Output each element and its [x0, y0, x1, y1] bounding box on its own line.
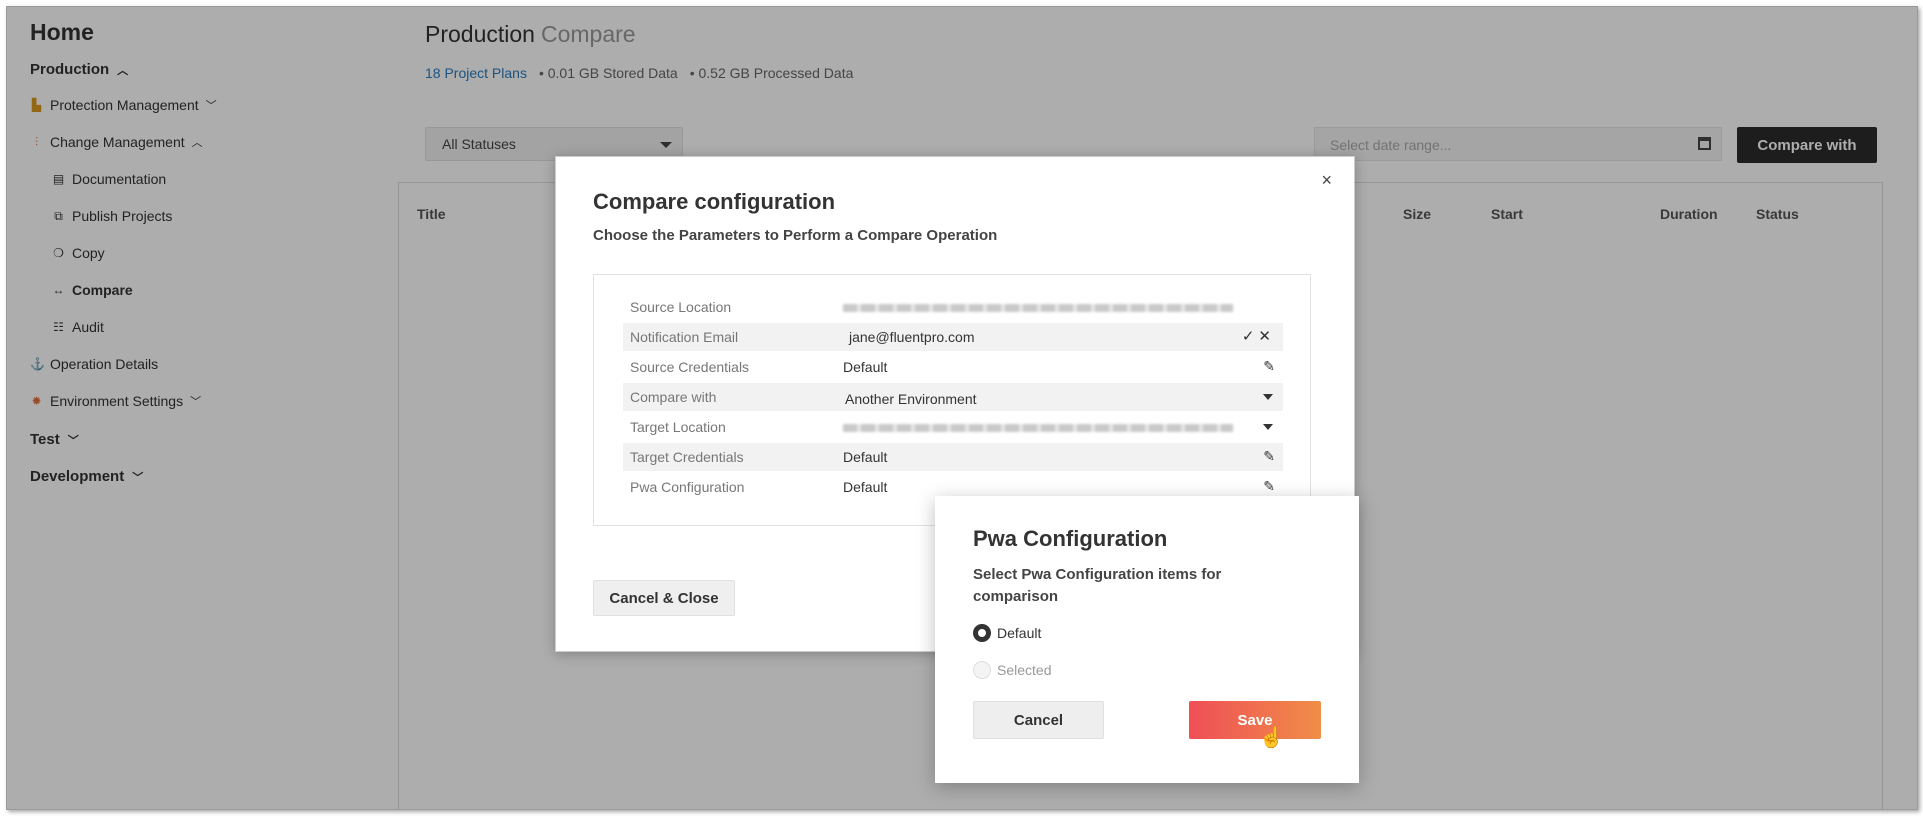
notification-email-input[interactable]: jane@fluentpro.com: [849, 329, 975, 345]
param-label: Pwa Configuration: [630, 479, 745, 495]
pwa-description: Select Pwa Configuration items for compa…: [973, 566, 1222, 605]
cancel-close-button[interactable]: Cancel & Close: [593, 580, 735, 616]
param-label: Notification Email: [630, 329, 739, 345]
blurred-target-url: [843, 424, 1233, 432]
caret-down-icon[interactable]: [1263, 424, 1273, 430]
radio-option-default[interactable]: Default: [973, 624, 1041, 642]
parameters-panel: Source Location Notification Email jane@…: [593, 274, 1311, 526]
pwa-title: Pwa Configuration: [973, 526, 1168, 551]
compare-with-select[interactable]: Another Environment: [845, 391, 977, 407]
radio-label: Default: [997, 625, 1042, 641]
param-row-compare-with[interactable]: Compare with Another Environment: [623, 383, 1283, 411]
param-row-source-credentials: Source Credentials Default ✎: [623, 353, 1283, 381]
modal-title: Compare configuration: [593, 189, 836, 214]
pwa-configuration-popup: Pwa Configuration Select Pwa Configurati…: [935, 496, 1359, 783]
pencil-icon[interactable]: ✎: [1263, 448, 1275, 465]
radio-option-selected[interactable]: Selected: [973, 661, 1051, 679]
param-label: Source Credentials: [630, 359, 750, 375]
confirm-cancel-icons[interactable]: ✓✕: [1242, 327, 1275, 345]
modal-subtitle: Choose the Parameters to Perform a Compa…: [593, 227, 998, 244]
pwa-save-button[interactable]: Save: [1189, 701, 1321, 739]
pencil-icon[interactable]: ✎: [1263, 358, 1275, 375]
close-icon[interactable]: ×: [1315, 169, 1338, 192]
blurred-source-url: [843, 304, 1233, 312]
radio-unchecked-icon[interactable]: [973, 661, 991, 679]
param-label: Source Location: [630, 299, 732, 315]
param-row-source-location: Source Location: [623, 293, 1283, 321]
param-label: Target Location: [630, 419, 726, 435]
hand-cursor-icon: ☝: [1259, 727, 1284, 749]
caret-down-icon[interactable]: [1263, 394, 1273, 400]
param-value: Default: [843, 449, 888, 465]
param-row-target-location[interactable]: Target Location: [623, 413, 1283, 441]
param-row-target-credentials: Target Credentials Default ✎: [623, 443, 1283, 471]
radio-label: Selected: [997, 662, 1052, 678]
pencil-icon[interactable]: ✎: [1263, 478, 1275, 495]
pwa-cancel-button[interactable]: Cancel: [973, 701, 1104, 739]
param-row-notification-email: Notification Email jane@fluentpro.com ✓✕: [623, 323, 1283, 351]
app-window: Home Production ︿ ▙ Protection Managemen…: [6, 6, 1918, 810]
param-value: Default: [843, 479, 888, 495]
radio-checked-icon[interactable]: [973, 624, 991, 642]
param-label: Compare with: [630, 389, 717, 405]
param-label: Target Credentials: [630, 449, 744, 465]
param-value: Default: [843, 359, 888, 375]
